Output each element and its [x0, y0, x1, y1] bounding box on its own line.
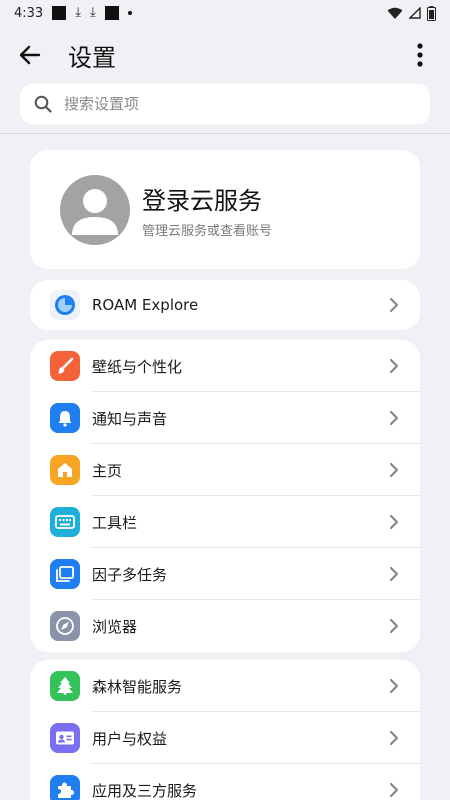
chevron-right-icon: [389, 462, 399, 478]
chevron-right-icon: [389, 678, 399, 694]
search-icon: [34, 95, 52, 113]
notification-icon: [104, 6, 119, 20]
settings-item-label: 壁纸与个性化: [92, 357, 183, 376]
account-subtitle: 管理云服务或查看账号: [142, 223, 273, 239]
chevron-right-icon: [389, 566, 399, 582]
settings-item-user-rights[interactable]: 用户与权益: [30, 712, 420, 764]
status-time: 4:33: [14, 5, 44, 21]
settings-item-label: 因子多任务: [92, 565, 168, 584]
search-input[interactable]: [64, 95, 384, 113]
roam-logo-icon: [50, 290, 80, 320]
more-options-button[interactable]: [408, 35, 432, 75]
settings-item-roam-explore[interactable]: ROAM Explore: [30, 280, 420, 330]
settings-item-notifications[interactable]: 通知与声音: [30, 392, 420, 444]
signal-icon: [409, 7, 421, 19]
app-header: 设置: [0, 26, 450, 84]
search-bar[interactable]: [20, 84, 430, 124]
bell-icon: [50, 403, 80, 433]
settings-group-services: 森林智能服务 用户与权益 应用及三方服务: [30, 660, 420, 800]
wifi-icon: [387, 7, 403, 19]
back-button[interactable]: [18, 35, 58, 75]
notification-icon: [52, 6, 67, 20]
settings-item-toolbar[interactable]: 工具栏: [30, 496, 420, 548]
keyboard-icon: [50, 507, 80, 537]
settings-item-label: 应用及三方服务: [92, 781, 198, 800]
download-icon: ⤓: [89, 5, 96, 20]
more-vertical-icon: [417, 43, 423, 67]
home-icon: [50, 455, 80, 485]
battery-icon: [427, 5, 436, 21]
settings-group-personalization: 壁纸与个性化 通知与声音 主页 工具栏 因子多任务 浏览器: [30, 340, 420, 652]
page-title: 设置: [68, 43, 116, 72]
settings-item-multitask[interactable]: 因子多任务: [30, 548, 420, 600]
settings-item-wallpaper[interactable]: 壁纸与个性化: [30, 340, 420, 392]
chevron-right-icon: [389, 358, 399, 374]
compass-icon: [50, 611, 80, 641]
chevron-right-icon: [389, 297, 399, 313]
puzzle-icon: [50, 775, 80, 800]
more-notifications-icon: [127, 11, 132, 15]
status-bar: 4:33 ⤓ ⤓: [0, 0, 450, 26]
download-icon: ⤓: [75, 5, 81, 20]
header-divider: [0, 133, 450, 134]
multitask-icon: [50, 559, 80, 589]
settings-item-home[interactable]: 主页: [30, 444, 420, 496]
chevron-right-icon: [389, 514, 399, 530]
settings-item-forest-service[interactable]: 森林智能服务: [30, 660, 420, 712]
settings-item-label: 用户与权益: [92, 729, 168, 748]
paintbrush-icon: [50, 351, 80, 381]
settings-item-label: 主页: [92, 461, 123, 480]
tree-icon: [50, 671, 80, 701]
settings-item-apps-services[interactable]: 应用及三方服务: [30, 764, 420, 800]
settings-item-label: 通知与声音: [92, 409, 168, 428]
avatar: [60, 174, 130, 245]
user-avatar-icon: [72, 188, 118, 235]
arrow-left-icon: [19, 45, 41, 65]
settings-item-label: ROAM Explore: [92, 296, 199, 314]
roam-card: ROAM Explore: [30, 280, 420, 330]
account-card[interactable]: 登录云服务 管理云服务或查看账号: [30, 150, 420, 269]
settings-item-browser[interactable]: 浏览器: [30, 600, 420, 652]
chevron-right-icon: [389, 410, 399, 426]
account-title: 登录云服务: [142, 186, 262, 215]
settings-item-label: 工具栏: [92, 513, 138, 532]
chevron-right-icon: [389, 618, 399, 634]
chevron-right-icon: [389, 730, 399, 746]
settings-item-label: 森林智能服务: [92, 677, 183, 696]
chevron-right-icon: [389, 782, 399, 798]
id-card-icon: [50, 723, 80, 753]
settings-item-label: 浏览器: [92, 617, 138, 636]
